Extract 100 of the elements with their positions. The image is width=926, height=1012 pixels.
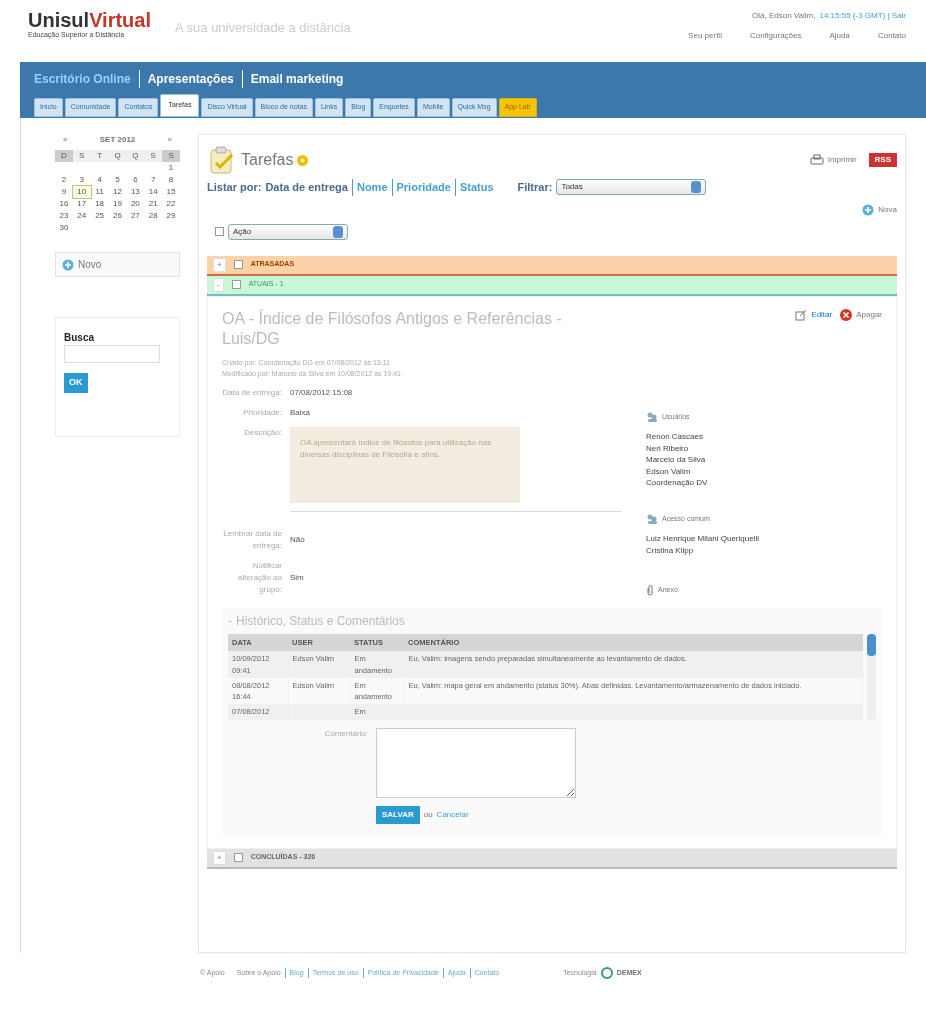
help-icon xyxy=(297,154,309,166)
print-link[interactable]: Imprimir xyxy=(827,154,857,166)
calendar-day[interactable]: 6 xyxy=(126,174,145,186)
users-icon xyxy=(646,513,658,526)
calendar-day[interactable]: 9 xyxy=(55,186,73,198)
toggle-button[interactable]: + xyxy=(213,850,226,865)
field-label: Notificar alteração ao grupo: xyxy=(236,560,282,597)
weekday-label: D xyxy=(55,150,73,162)
action-select[interactable]: Ação xyxy=(228,223,348,240)
calendar-day[interactable]: 29 xyxy=(162,210,180,222)
section-link[interactable]: Apresentações xyxy=(138,70,234,88)
user-name: Coordenação DV xyxy=(646,477,709,490)
field-value: Não xyxy=(290,534,305,547)
group-checkbox[interactable] xyxy=(231,280,241,289)
calendar-day[interactable]: 8 xyxy=(162,174,180,186)
toggle-button[interactable]: + xyxy=(213,257,226,272)
users-icon xyxy=(646,411,658,424)
sort-link[interactable]: Data de entrega xyxy=(265,179,348,196)
weekday-label: S xyxy=(162,150,180,162)
sort-link[interactable]: Prioridade xyxy=(391,179,451,196)
calendar-day[interactable]: 11 xyxy=(90,186,109,198)
header-link[interactable]: Seu perfil xyxy=(688,30,722,42)
next-month-link[interactable]: » xyxy=(167,134,172,146)
filter-select[interactable]: Todas xyxy=(556,179,707,196)
calendar-day[interactable]: 16 xyxy=(55,198,73,210)
calendar-day[interactable]: 28 xyxy=(144,210,163,222)
search-field[interactable] xyxy=(64,345,161,363)
calendar-day[interactable]: 13 xyxy=(126,186,145,198)
field-value: Sim xyxy=(290,572,304,585)
sort-link[interactable]: Status xyxy=(454,179,494,196)
user-name: Edson Valim xyxy=(646,465,692,478)
group-checkbox[interactable] xyxy=(233,853,243,863)
calendar-day[interactable]: 2 xyxy=(55,174,73,186)
field-value: Baixa xyxy=(290,407,310,420)
search-button[interactable]: OK xyxy=(64,373,88,393)
clock-logout-link[interactable]: 14:15:55 (-3 GMT) | Sair xyxy=(819,10,906,22)
plus-icon xyxy=(862,203,875,216)
description-note: OA apresentará índice de filósofos para utilização nas diversas disciplinas de Filosofia e afins. xyxy=(290,427,520,504)
calendar-day[interactable]: 7 xyxy=(144,174,163,186)
scroll-thumb[interactable] xyxy=(867,634,876,657)
printer-icon xyxy=(809,154,824,166)
prev-month-link[interactable]: « xyxy=(63,134,68,146)
calendar-day[interactable]: 15 xyxy=(162,186,180,198)
calendar-day[interactable]: 3 xyxy=(72,174,91,186)
section-link[interactable]: Escritório Online xyxy=(34,70,131,88)
calendar-day[interactable]: 24 xyxy=(72,210,91,222)
logo-icon xyxy=(600,967,613,979)
calendar-day[interactable]: 10 xyxy=(72,186,91,198)
group-checkbox[interactable] xyxy=(233,260,243,269)
new-task-link[interactable]: Nova xyxy=(878,203,897,216)
header-link[interactable]: Configurações xyxy=(749,30,802,42)
calendar-day[interactable]: 25 xyxy=(90,210,109,222)
section-link[interactable]: Email marketing xyxy=(241,70,344,88)
header-link[interactable]: Ajuda xyxy=(829,30,850,42)
calendar-day[interactable]: 22 xyxy=(162,198,180,210)
save-button[interactable]: SALVAR xyxy=(376,805,420,824)
calendar-day[interactable]: 18 xyxy=(90,198,109,210)
calendar-day[interactable]: 1 xyxy=(162,162,180,174)
sort-label: Listar por: xyxy=(207,180,262,195)
sort-link[interactable]: Nome xyxy=(351,179,388,196)
delete-icon xyxy=(840,308,853,321)
calendar-day[interactable]: 19 xyxy=(108,198,127,210)
task-title: OA - Índice de Filósofos Antigos e Referências - Luis/DG xyxy=(222,308,563,350)
calendar-day[interactable]: 4 xyxy=(90,174,109,186)
calendar-day[interactable]: 30 xyxy=(55,222,73,234)
calendar-day[interactable]: 23 xyxy=(55,210,73,222)
calendar-day[interactable]: 27 xyxy=(126,210,145,222)
search-label: Busca xyxy=(64,331,95,345)
cancel-link[interactable]: Cancelar xyxy=(436,808,469,821)
toggle-button[interactable]: - xyxy=(213,277,224,292)
rss-badge[interactable]: RSS xyxy=(868,153,897,167)
comment-field[interactable] xyxy=(376,727,576,798)
user-name: Renon Cascaes xyxy=(646,431,704,443)
weekday-label: S xyxy=(144,150,163,162)
calendar-day[interactable]: 20 xyxy=(126,198,145,210)
calendar-month: SET 2012 xyxy=(99,134,136,146)
field-label: Descrição: xyxy=(243,427,282,440)
comment-label: Comentário: xyxy=(323,727,368,740)
field-label: Data de entrega: xyxy=(222,387,282,400)
edit-link[interactable]: Editar xyxy=(811,308,833,321)
calendar-day[interactable]: 17 xyxy=(72,198,91,210)
calendar-day[interactable]: 14 xyxy=(144,186,163,198)
header-link[interactable]: Contato xyxy=(877,30,906,42)
user-name: Cristina Klipp xyxy=(646,544,695,557)
calendar-day[interactable]: 5 xyxy=(108,174,127,186)
scrollbar[interactable] xyxy=(867,634,876,720)
select-all-checkbox[interactable] xyxy=(215,227,224,236)
calendar-day[interactable]: 12 xyxy=(108,186,127,198)
field-label: Prioridade: xyxy=(242,407,282,420)
greeting-text: Olá, Edson Valim, xyxy=(752,10,816,22)
filter-label: Filtrar: xyxy=(517,180,553,195)
edit-icon xyxy=(795,308,808,321)
field-label: Lembrar data de entrega: xyxy=(222,528,282,553)
calendar-day[interactable]: 21 xyxy=(144,198,163,210)
field-value: 07/08/2012 15:08 xyxy=(290,387,353,400)
delete-link[interactable]: Apagar xyxy=(856,308,882,321)
plus-icon xyxy=(62,258,74,271)
history-title: Histórico, Status e Comentários xyxy=(236,613,405,631)
new-event-button[interactable]: Novo xyxy=(55,252,180,277)
calendar-day[interactable]: 26 xyxy=(108,210,127,222)
